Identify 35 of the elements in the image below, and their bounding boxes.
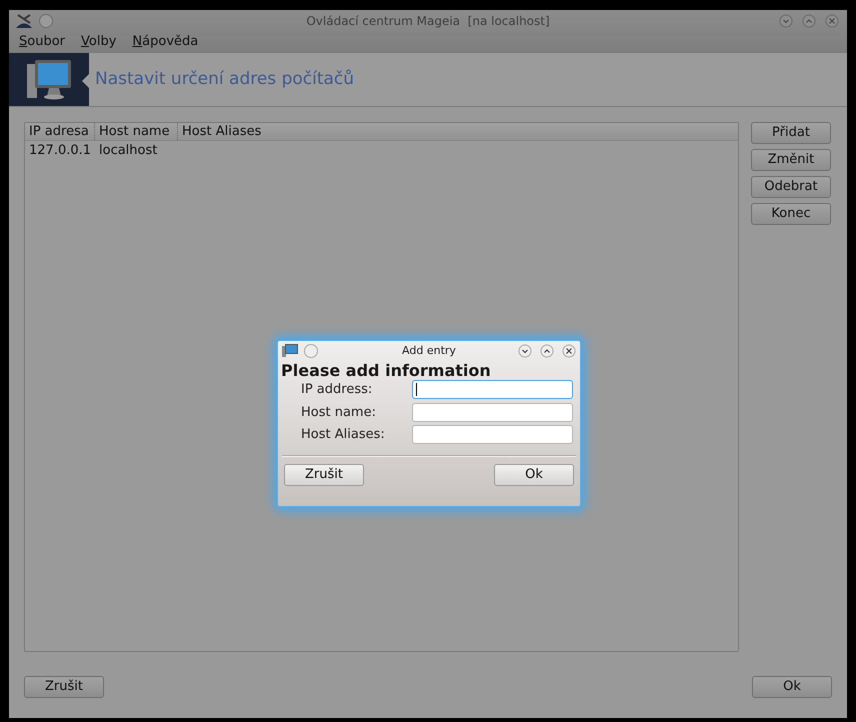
menu-item[interactable]: Nápověda [132, 32, 198, 52]
menu-item[interactable]: Soubor [19, 32, 66, 52]
dialog-title: Add entry [402, 342, 456, 359]
cancel-button[interactable]: Zrušit [24, 676, 104, 698]
ok-button[interactable]: Ok [752, 676, 832, 698]
input-field[interactable] [412, 380, 573, 400]
table-cell: 127.0.0.1 [29, 143, 92, 158]
field-label: Host name: [301, 404, 377, 422]
computer-icon [282, 344, 298, 358]
computer-icon [25, 58, 73, 102]
close-icon[interactable] [562, 344, 576, 358]
window-menu-button[interactable] [39, 14, 53, 28]
dialog-heading: Please add information [280, 361, 492, 380]
action-button[interactable]: Změnit [751, 149, 831, 171]
column-header[interactable]: Host name [99, 122, 170, 142]
ok-button[interactable]: Ok [494, 464, 574, 486]
action-button[interactable]: Konec [751, 203, 831, 225]
window-title: Ovládací centrum Mageia [na localhost] [306, 13, 550, 30]
table-cell: localhost [99, 143, 158, 158]
cancel-button[interactable]: Zrušit [284, 464, 364, 486]
input-field[interactable] [412, 402, 573, 422]
column-header[interactable]: Host Aliases [182, 122, 262, 142]
field-label: Host Aliases: [301, 426, 386, 444]
app-logo-icon [15, 13, 33, 29]
window-menu-button[interactable] [304, 344, 318, 358]
maximize-icon[interactable] [540, 344, 554, 358]
banner-pointer [82, 73, 90, 89]
menu-item[interactable]: Volby [81, 32, 116, 52]
action-button[interactable]: Přidat [751, 122, 831, 144]
input-field[interactable] [412, 425, 573, 444]
minimize-icon[interactable] [518, 344, 532, 358]
column-header[interactable]: IP adresa [29, 122, 89, 142]
action-button[interactable]: Odebrat [751, 176, 831, 198]
field-label: IP address: [301, 381, 374, 399]
banner-title: Nastavit určení adres počítačů [95, 68, 354, 91]
